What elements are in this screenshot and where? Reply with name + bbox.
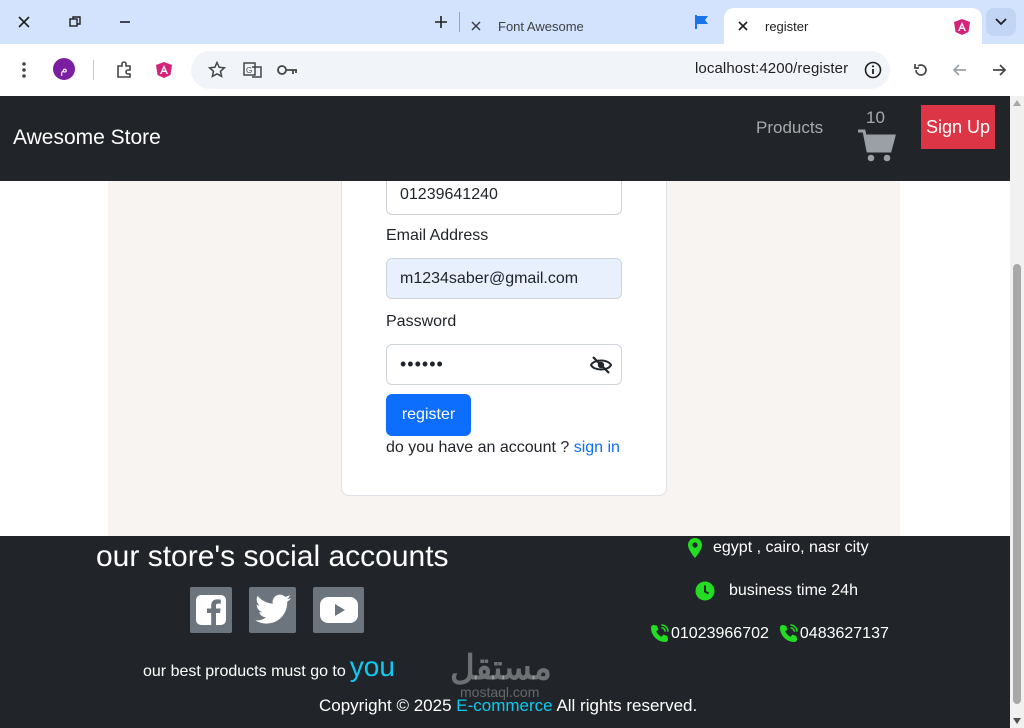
close-window-icon[interactable] bbox=[10, 8, 38, 36]
angular-devtools-icon[interactable] bbox=[150, 56, 178, 84]
phone-value: 01239641240 bbox=[400, 185, 498, 203]
toolbar-separator bbox=[93, 60, 94, 80]
mostaql-watermark: مستقل bbox=[450, 649, 552, 687]
you-highlight: you bbox=[349, 651, 395, 682]
business-time-text: business time 24h bbox=[729, 582, 858, 599]
phone-number-2: 0483627137 bbox=[799, 624, 889, 642]
page-scrollbar[interactable] bbox=[1010, 96, 1024, 728]
password-field[interactable]: •••••• bbox=[386, 344, 622, 385]
site-footer: our store's social accounts our best pro… bbox=[0, 536, 1010, 728]
back-arrow-icon[interactable] bbox=[946, 56, 974, 84]
reload-icon[interactable] bbox=[907, 56, 935, 84]
tab-title: register bbox=[765, 18, 809, 34]
tab-register[interactable]: register bbox=[724, 8, 982, 44]
register-button[interactable]: register bbox=[386, 394, 471, 436]
angular-favicon-icon bbox=[953, 18, 971, 39]
copyright-text: Copyright © 2025 E-commerce All rights r… bbox=[319, 696, 697, 716]
translate-icon[interactable]: G bbox=[239, 56, 267, 84]
scroll-thumb[interactable] bbox=[1013, 264, 1021, 704]
more-menu-icon[interactable] bbox=[10, 56, 38, 84]
phone-volume-icon bbox=[650, 624, 669, 643]
tab-close-icon[interactable] bbox=[468, 18, 484, 34]
bookmark-star-icon[interactable] bbox=[203, 56, 231, 84]
eye-slash-icon[interactable] bbox=[589, 355, 613, 375]
tab-font-awesome[interactable]: Font Awesome bbox=[468, 8, 693, 44]
address-info: egypt , cairo, nasr city bbox=[688, 538, 869, 558]
site-info-icon[interactable] bbox=[859, 56, 887, 84]
copyright-prefix: Copyright © 2025 bbox=[319, 696, 452, 715]
brand-logo[interactable]: Awesome Store bbox=[13, 126, 161, 150]
restore-window-icon[interactable] bbox=[61, 8, 89, 36]
browser-tab-strip: Font Awesome register bbox=[0, 0, 1024, 44]
youtube-icon[interactable] bbox=[313, 587, 364, 633]
site-navbar: Awesome Store Products 10 Sign Up bbox=[0, 96, 1010, 181]
sign-in-link[interactable]: sign in bbox=[574, 439, 620, 456]
profile-avatar[interactable]: م bbox=[53, 58, 75, 80]
web-page: 01239641240 Email Address m1234saber@gma… bbox=[0, 96, 1010, 728]
email-label: Email Address bbox=[386, 227, 489, 244]
phone-number-1: 01023966702 bbox=[671, 624, 769, 642]
best-products-text: our best products must go to you bbox=[143, 651, 395, 683]
tab-search-menu-icon[interactable] bbox=[986, 8, 1016, 36]
tab-close-icon[interactable] bbox=[735, 18, 751, 34]
new-tab-icon[interactable] bbox=[427, 8, 455, 36]
scroll-down-arrow-icon[interactable] bbox=[1013, 718, 1021, 724]
flag-favicon-icon bbox=[688, 8, 716, 36]
footer-title: our store's social accounts bbox=[96, 540, 449, 573]
have-account-label: do you have an account ? bbox=[386, 439, 570, 456]
facebook-icon[interactable] bbox=[190, 587, 232, 633]
sign-up-button[interactable]: Sign Up bbox=[921, 105, 995, 149]
phone-info: 01023966702 0483627137 bbox=[650, 624, 889, 643]
forward-arrow-icon[interactable] bbox=[985, 56, 1013, 84]
tab-separator bbox=[459, 12, 460, 32]
minimize-window-icon[interactable] bbox=[111, 8, 139, 36]
cart-count-badge: 10 bbox=[866, 108, 885, 127]
business-time-info: business time 24h bbox=[695, 581, 858, 601]
password-key-icon[interactable] bbox=[274, 56, 302, 84]
email-field[interactable]: m1234saber@gmail.com bbox=[386, 258, 622, 299]
extensions-icon[interactable] bbox=[110, 56, 138, 84]
email-value: m1234saber@gmail.com bbox=[400, 269, 579, 287]
copyright-suffix: All rights reserved. bbox=[556, 696, 698, 715]
scroll-up-arrow-icon[interactable] bbox=[1013, 100, 1021, 106]
url-text: localhost:4200/register bbox=[695, 60, 849, 77]
best-products-label: our best products must go to bbox=[143, 663, 346, 680]
location-pin-icon bbox=[688, 538, 702, 558]
password-label: Password bbox=[386, 313, 457, 330]
browser-toolbar: م G localhost:4200/register bbox=[0, 44, 1024, 96]
copyright-link[interactable]: E-commerce bbox=[456, 696, 552, 715]
password-value: •••••• bbox=[400, 354, 444, 374]
clock-icon bbox=[695, 581, 715, 601]
shopping-cart-icon[interactable] bbox=[857, 128, 897, 164]
tab-title: Font Awesome bbox=[498, 18, 584, 34]
phone-volume-icon bbox=[779, 624, 798, 643]
svg-text:G: G bbox=[246, 66, 252, 75]
nav-products-link[interactable]: Products bbox=[756, 118, 823, 138]
twitter-icon[interactable] bbox=[249, 587, 296, 633]
have-account-text: do you have an account ? sign in bbox=[386, 439, 620, 457]
address-text: egypt , cairo, nasr city bbox=[713, 539, 869, 556]
